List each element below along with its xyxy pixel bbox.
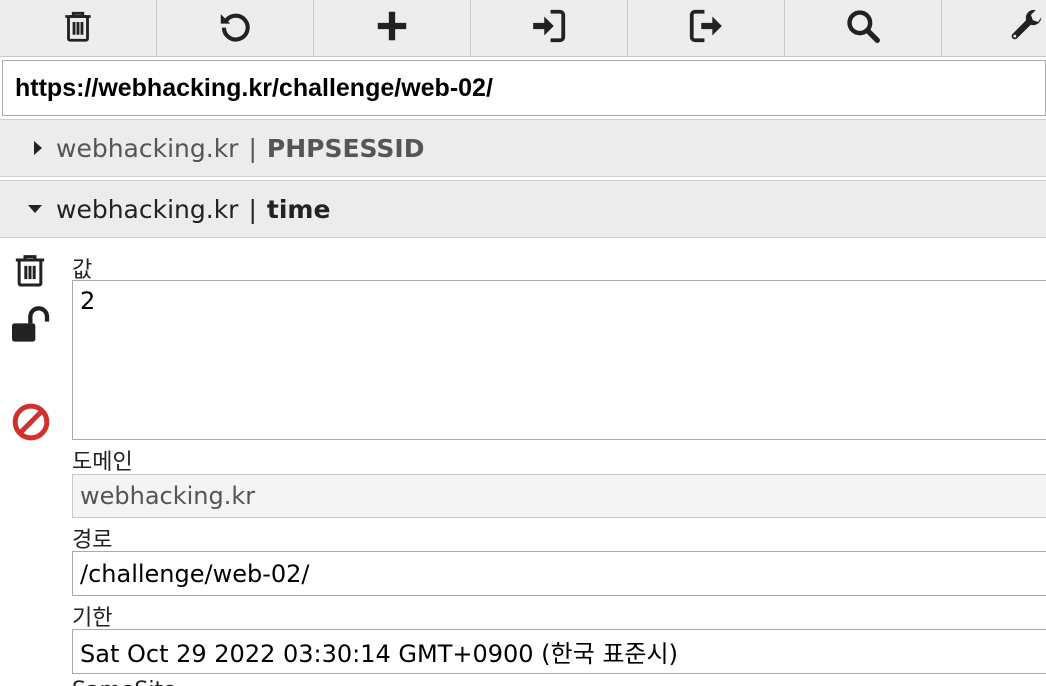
- expires-input[interactable]: [72, 629, 1046, 674]
- import-icon: [530, 7, 568, 49]
- domain-label: 도메인: [72, 450, 133, 475]
- expires-label: 기한: [72, 606, 113, 631]
- search-button[interactable]: [785, 0, 942, 56]
- trash-icon: [10, 255, 50, 294]
- cookie-separator: |: [248, 194, 257, 224]
- caret-down-icon: [28, 205, 42, 213]
- export-icon: [687, 7, 725, 49]
- cookie-separator: |: [248, 133, 257, 163]
- refresh-button[interactable]: [157, 0, 314, 56]
- delete-cookie-button[interactable]: [10, 250, 50, 294]
- url-bar: [2, 60, 1046, 116]
- path-input[interactable]: [72, 551, 1046, 596]
- delete-all-button[interactable]: [0, 0, 157, 56]
- cookie-name: time: [266, 194, 331, 224]
- toolbar: [0, 0, 1046, 57]
- value-textarea[interactable]: 2: [72, 280, 1046, 440]
- cookie-domain: webhacking.kr: [56, 133, 239, 163]
- cookie-header-time[interactable]: webhacking.kr | time: [0, 180, 1046, 238]
- path-label: 경로: [72, 528, 113, 553]
- cookie-name: PHPSESSID: [266, 133, 425, 163]
- cookie-domain: webhacking.kr: [56, 194, 239, 224]
- import-button[interactable]: [471, 0, 628, 56]
- domain-field: webhacking.kr: [72, 474, 1046, 518]
- export-button[interactable]: [628, 0, 785, 56]
- samesite-label: SameSite: [72, 678, 177, 686]
- unlock-icon: [10, 306, 54, 349]
- add-cookie-button[interactable]: [314, 0, 471, 56]
- cookie-header-phpsessid[interactable]: webhacking.kr | PHPSESSID: [0, 119, 1046, 177]
- block-cookie-button[interactable]: [11, 402, 51, 446]
- block-icon: [11, 403, 51, 446]
- caret-right-icon: [34, 141, 42, 155]
- trash-icon: [59, 7, 97, 49]
- refresh-icon: [216, 7, 254, 49]
- plus-icon: [373, 7, 411, 49]
- wrench-icon: [1008, 7, 1046, 49]
- protect-cookie-button[interactable]: [10, 305, 54, 349]
- url-input[interactable]: [15, 73, 1045, 103]
- search-icon: [844, 7, 882, 49]
- options-button[interactable]: [942, 0, 1046, 56]
- domain-value: webhacking.kr: [80, 482, 256, 510]
